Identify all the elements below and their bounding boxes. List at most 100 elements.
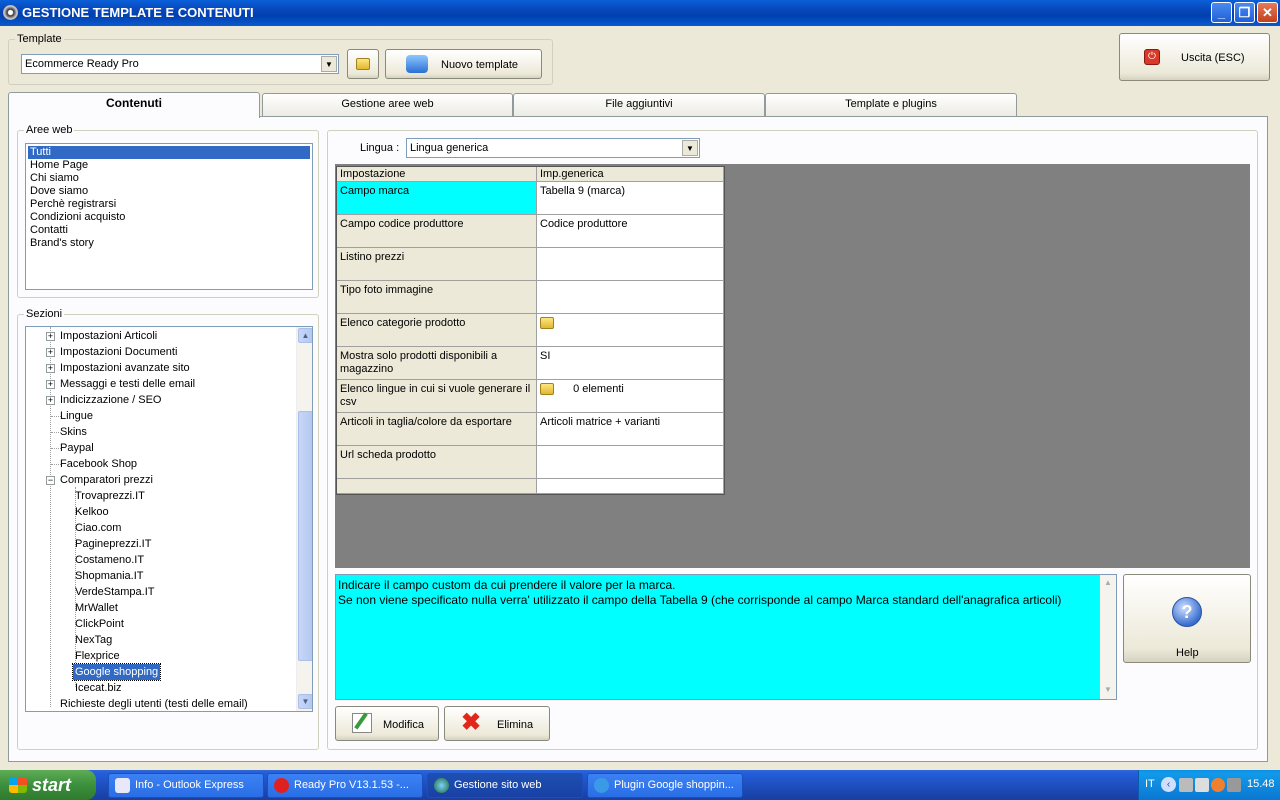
grid-setting-cell[interactable]: Articoli in taglia/colore da esportare	[337, 413, 537, 446]
settings-grid[interactable]: Impostazione Imp.generica Campo marca Ta…	[336, 166, 725, 495]
task-plugin-google[interactable]: Plugin Google shoppin...	[587, 773, 743, 798]
description-box[interactable]: Indicare il campo custom da cui prendere…	[335, 574, 1117, 700]
aree-web-list[interactable]: Tutti Home Page Chi siamo Dove siamo Per…	[25, 143, 313, 290]
tree-node[interactable]: Richieste degli utenti (testi delle emai…	[60, 696, 248, 711]
collapse-icon[interactable]: −	[46, 476, 55, 485]
scroll-up-icon[interactable]: ▲	[298, 328, 312, 343]
list-item[interactable]: Contatti	[28, 224, 68, 237]
tree-node[interactable]: Paypal	[60, 440, 94, 456]
list-item[interactable]: Home Page	[28, 159, 88, 172]
folder-icon[interactable]	[540, 317, 554, 330]
tree-node[interactable]: Comparatori prezzi	[60, 472, 153, 488]
tree-node[interactable]: NexTag	[75, 632, 112, 648]
expand-icon[interactable]: +	[46, 380, 55, 389]
lingua-select[interactable]: Lingua generica ▼	[406, 138, 700, 158]
grid-setting-cell[interactable]: Listino prezzi	[337, 248, 537, 281]
scroll-down-icon[interactable]: ▼	[1101, 683, 1115, 697]
tree-node[interactable]: Impostazioni Documenti	[60, 344, 177, 360]
chevron-down-icon[interactable]: ▼	[682, 140, 698, 156]
tree-node[interactable]: Lingue	[60, 408, 93, 424]
grid-setting-cell[interactable]: Elenco lingue in cui si vuole generare i…	[337, 380, 537, 413]
template-select[interactable]: Ecommerce Ready Pro ▼	[21, 54, 339, 74]
grid-setting-cell[interactable]	[337, 479, 537, 494]
grid-value-cell[interactable]	[537, 248, 724, 281]
maximize-button[interactable]: ❐	[1234, 2, 1255, 23]
tab-file-aggiuntivi[interactable]: File aggiuntivi	[513, 93, 765, 116]
tree-node[interactable]: Icecat.biz	[75, 680, 121, 696]
list-item[interactable]: Tutti	[28, 146, 310, 159]
network-icon[interactable]	[1179, 778, 1193, 792]
expand-icon[interactable]: +	[46, 396, 55, 405]
title-bar[interactable]: GESTIONE TEMPLATE E CONTENUTI _ ❐ ✕	[0, 0, 1280, 26]
tree-node[interactable]: Trovaprezzi.IT	[75, 488, 145, 504]
tree-node[interactable]: Skins	[60, 424, 87, 440]
language-indicator[interactable]: IT	[1145, 778, 1155, 790]
tree-node[interactable]: VerdeStampa.IT	[75, 584, 155, 600]
monitor-icon[interactable]	[1195, 778, 1209, 792]
elimina-button[interactable]: ✖ Elimina	[444, 706, 550, 741]
expand-icon[interactable]: +	[46, 348, 55, 357]
grid-value-cell[interactable]	[537, 479, 724, 494]
open-folder-button[interactable]	[347, 49, 379, 79]
task-gestione-sito[interactable]: Gestione sito web	[427, 773, 583, 798]
modifica-button[interactable]: Modifica	[335, 706, 439, 741]
grid-value-cell[interactable]: SI	[537, 347, 724, 380]
list-item[interactable]: Dove siamo	[28, 185, 88, 198]
scroll-up-icon[interactable]: ▲	[1101, 576, 1115, 590]
list-item[interactable]: Chi siamo	[28, 172, 79, 185]
scroll-down-icon[interactable]: ▼	[298, 694, 312, 709]
task-outlook[interactable]: Info - Outlook Express	[108, 773, 264, 798]
help-button[interactable]: ? Help	[1123, 574, 1251, 663]
new-template-button[interactable]: Nuovo template	[385, 49, 542, 79]
grid-setting-cell[interactable]: Tipo foto immagine	[337, 281, 537, 314]
list-item[interactable]: Perchè registrarsi	[28, 198, 116, 211]
grid-value-cell[interactable]	[537, 281, 724, 314]
tree-node[interactable]: Impostazioni Articoli	[60, 328, 157, 344]
tree-node[interactable]: Costameno.IT	[75, 552, 144, 568]
display-icon[interactable]	[1227, 778, 1241, 792]
tree-node[interactable]: Impostazioni avanzate sito	[60, 360, 190, 376]
sezioni-scrollbar[interactable]: ▲ ▼	[296, 327, 312, 711]
tab-contenuti[interactable]: Contenuti	[8, 92, 260, 118]
expand-icon[interactable]: +	[46, 332, 55, 341]
grid-value-cell[interactable]	[537, 446, 724, 479]
tree-node[interactable]: Indicizzazione / SEO	[60, 392, 162, 408]
tree-node[interactable]: MrWallet	[75, 600, 118, 616]
grid-value-cell[interactable]: Articoli matrice + varianti	[537, 413, 724, 446]
grid-value-cell[interactable]: Codice produttore	[537, 215, 724, 248]
tree-node[interactable]: Ciao.com	[75, 520, 121, 536]
chevron-left-icon[interactable]: ‹	[1161, 777, 1176, 792]
minimize-button[interactable]: _	[1211, 2, 1232, 23]
grid-setting-cell[interactable]: Campo codice produttore	[337, 215, 537, 248]
grid-value-cell[interactable]: Tabella 9 (marca)	[537, 182, 724, 215]
tree-node[interactable]: Shopmania.IT	[75, 568, 143, 584]
expand-icon[interactable]: +	[46, 364, 55, 373]
list-item[interactable]: Condizioni acquisto	[28, 211, 125, 224]
folder-icon[interactable]	[540, 383, 554, 396]
tab-gestione-aree-web[interactable]: Gestione aree web	[262, 93, 513, 116]
firefox-icon[interactable]	[1211, 778, 1225, 792]
grid-setting-cell[interactable]: Elenco categorie prodotto	[337, 314, 537, 347]
exit-button[interactable]: ⏻ Uscita (ESC)	[1119, 33, 1270, 81]
tab-template-e-plugins[interactable]: Template e plugins	[765, 93, 1017, 116]
task-readypro[interactable]: Ready Pro V13.1.53 -...	[267, 773, 423, 798]
sezioni-tree[interactable]: + Impostazioni Articoli + Impostazioni D…	[25, 326, 313, 712]
tree-node-selected[interactable]: Google shopping	[71, 663, 162, 681]
grid-value-cell[interactable]	[537, 314, 724, 347]
grid-setting-cell[interactable]: Campo marca	[337, 182, 537, 215]
close-button[interactable]: ✕	[1257, 2, 1278, 23]
tree-node[interactable]: Facebook Shop	[60, 456, 137, 472]
tree-node[interactable]: Pagineprezzi.IT	[75, 536, 151, 552]
list-item[interactable]: Brand's story	[28, 237, 94, 250]
grid-value-cell[interactable]: 0 elementi	[537, 380, 724, 413]
start-button[interactable]: start	[0, 770, 96, 800]
chevron-down-icon[interactable]: ▼	[321, 56, 337, 72]
description-scrollbar[interactable]: ▲ ▼	[1100, 575, 1116, 699]
grid-setting-cell[interactable]: Url scheda prodotto	[337, 446, 537, 479]
tree-node[interactable]: Kelkoo	[75, 504, 109, 520]
tree-node[interactable]: Messaggi e testi delle email	[60, 376, 195, 392]
tree-node[interactable]: ClickPoint	[75, 616, 124, 632]
tree-node[interactable]: Flexprice	[75, 648, 120, 664]
scroll-thumb[interactable]	[298, 411, 312, 661]
grid-setting-cell[interactable]: Mostra solo prodotti disponibili a magaz…	[337, 347, 537, 380]
